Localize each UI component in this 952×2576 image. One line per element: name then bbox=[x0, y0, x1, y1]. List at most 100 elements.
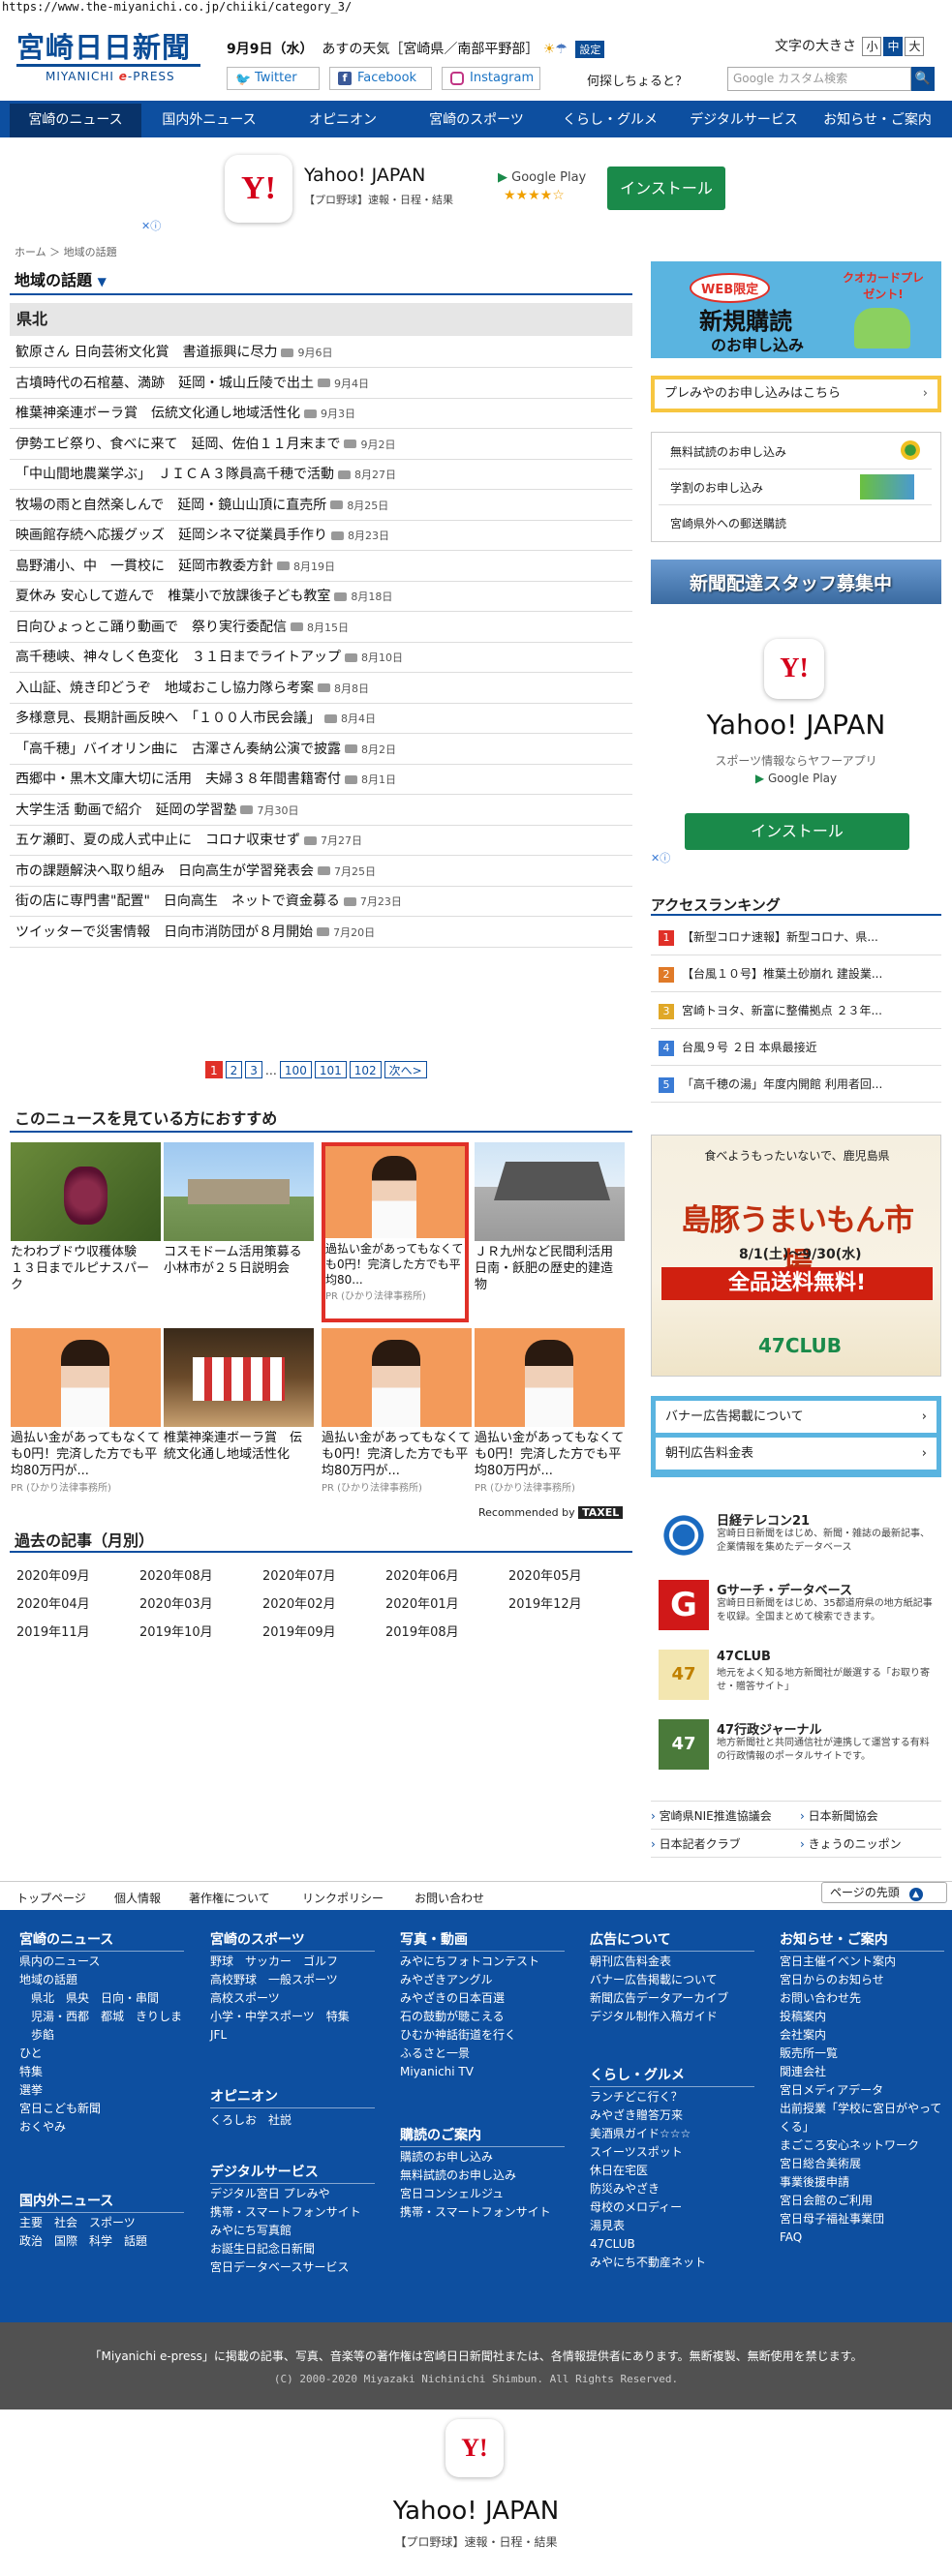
article-title[interactable]: 「中山間地農業学ぶ」 ＪＩＣＡ３隊員高千穂で活動 bbox=[15, 467, 334, 482]
ranking-item[interactable]: 3 宮崎トヨタ、新富に整備拠点 ２３年... bbox=[651, 993, 941, 1029]
article-item[interactable]: 古墳時代の石棺墓、満跡 延岡・城山丘陵で出土 9月4日 bbox=[10, 369, 632, 399]
footer-link[interactable]: 無料試読のお申し込み bbox=[400, 2167, 551, 2185]
adchoices-icon[interactable]: ✕ⓘ bbox=[651, 850, 670, 865]
service-nikkei[interactable]: 日経テレコン21 宮崎日日新聞をはじめ、新聞・雑誌の最新記事、企業情報を集めたデー… bbox=[659, 1510, 939, 1578]
taxel-logo[interactable]: TAXEL bbox=[578, 1506, 624, 1519]
article-item[interactable]: 「高千穂」バイオリン曲に 古澤さん奏納公演で披露 8月2日 bbox=[10, 735, 632, 765]
nav-national-news[interactable]: 国内外ニュース bbox=[143, 104, 275, 137]
footer-link[interactable]: みやざきアングル bbox=[400, 1971, 539, 1989]
footer-heading[interactable]: 宮崎のニュース bbox=[19, 1929, 184, 1952]
article-item[interactable]: 街の店に専門書"配置" 日向高生 ネットで資金募る 7月23日 bbox=[10, 887, 632, 917]
article-title[interactable]: 入山証、焼き印どうぞ 地域おこし協力隊ら考案 bbox=[15, 681, 314, 696]
ranking-item[interactable]: 5 「高千穂の湯」年度内開館 利用者回... bbox=[651, 1067, 941, 1103]
pager-next[interactable]: 次へ> bbox=[384, 1061, 427, 1078]
ranking-title-text[interactable]: 「高千穂の湯」年度内開館 利用者回... bbox=[682, 1077, 882, 1091]
yahoo-app-ad-right[interactable]: Y! Yahoo! JAPAN スポーツ情報ならヤフーアプリ ▶ Google … bbox=[651, 629, 941, 852]
article-title[interactable]: 伊勢エビ祭り、食べに来て 延岡、佐伯１１月末まで bbox=[15, 437, 340, 452]
pager-page[interactable]: 2 bbox=[225, 1061, 243, 1078]
footer-link[interactable]: 宮日メディアデータ bbox=[780, 2081, 944, 2100]
footer-link[interactable]: 政治 国際 科学 話題 bbox=[19, 2232, 147, 2251]
footer-link[interactable]: 出前授業「学校に宮日がやってくる」 bbox=[780, 2100, 944, 2137]
ranking-item[interactable]: 2 【台風１０号】椎葉土砂崩れ 建設業... bbox=[651, 956, 941, 992]
service-gsearch[interactable]: G Gサーチ・データベース 宮崎日日新聞をはじめ、35都道府県の地方紙記事を収録。… bbox=[659, 1580, 939, 1648]
footer-heading[interactable]: 購読のご案内 bbox=[400, 2125, 565, 2147]
footer-link[interactable]: 宮日からのお知らせ bbox=[780, 1971, 944, 1989]
pager-page[interactable]: 101 bbox=[314, 1061, 347, 1078]
footer-link[interactable]: 小学・中学スポーツ 特集 bbox=[210, 2008, 350, 2026]
month-link[interactable]: 2020年07月 bbox=[262, 1565, 336, 1584]
footer-link[interactable]: おくやみ bbox=[19, 2118, 182, 2137]
pager-page[interactable]: 1 bbox=[205, 1061, 223, 1078]
article-item[interactable]: ツイッターで災害情報 日向市消防団が８月開始 7月20日 bbox=[10, 918, 632, 948]
article-item[interactable]: 映画館存続へ応援グッズ 延岡シネマ従業員手作り 8月23日 bbox=[10, 521, 632, 551]
month-link[interactable]: 2020年05月 bbox=[508, 1565, 582, 1584]
adchoices-icon[interactable]: ✕ⓘ bbox=[141, 218, 161, 233]
footer-link[interactable]: 高校スポーツ bbox=[210, 1989, 350, 2008]
twitter-button[interactable]: 🐦 Twitter bbox=[227, 67, 320, 90]
footer-link[interactable]: くろしお 社説 bbox=[210, 2111, 292, 2130]
nav-digital[interactable]: デジタルサービス bbox=[678, 104, 810, 137]
article-item[interactable]: 島野浦小、中 一貫校に 延岡市教委方針 8月19日 bbox=[10, 552, 632, 582]
article-item[interactable]: 高千穂峡、神々しく色変化 ３１日までライトアップ 8月10日 bbox=[10, 643, 632, 673]
footer-link[interactable]: 特集 bbox=[19, 2063, 182, 2081]
install-button[interactable]: インストール bbox=[607, 167, 725, 210]
bottom-yahoo-ad[interactable]: Y! Yahoo! JAPAN 【プロ野球】速報・日程・結果 bbox=[0, 2409, 952, 2576]
footer-link[interactable]: 販売所一覧 bbox=[780, 2045, 944, 2063]
article-item[interactable]: 夏休み 安心して遊んで 椎葉小で放課後子ども教室 8月18日 bbox=[10, 582, 632, 612]
facebook-button[interactable]: f Facebook bbox=[329, 67, 432, 90]
footer-link[interactable]: お問い合わせ先 bbox=[780, 1989, 944, 2008]
article-title[interactable]: 市の課題解決へ取り組み 日向高生が学習発表会 bbox=[15, 864, 314, 879]
article-title[interactable]: 「高千穂」バイオリン曲に 古澤さん奏納公演で披露 bbox=[15, 742, 341, 757]
ranking-title-text[interactable]: 【新型コロナ速報】新型コロナ、県... bbox=[682, 930, 878, 944]
footer-link[interactable]: みやざきの日本百選 bbox=[400, 1989, 539, 2008]
footer-link[interactable]: 投稿案内 bbox=[780, 2008, 944, 2026]
footer-link[interactable]: みやにち不動産ネット bbox=[590, 2254, 706, 2272]
rec-card[interactable]: 椎葉神楽連ボーラ賞 伝統文化通し地域活性化 bbox=[164, 1328, 314, 1463]
article-item[interactable]: 椎葉神楽連ボーラ賞 伝統文化通し地域活性化 9月3日 bbox=[10, 399, 632, 429]
footer-link[interactable]: 児湯・西都 都城 きりしま bbox=[19, 2008, 182, 2026]
footer-link[interactable]: 会社案内 bbox=[780, 2026, 944, 2045]
footer-link[interactable]: 宮日総合美術展 bbox=[780, 2155, 944, 2173]
month-link[interactable]: 2019年11月 bbox=[16, 1621, 90, 1640]
footer-link[interactable]: 野球 サッカー ゴルフ bbox=[210, 1953, 350, 1971]
footer-link[interactable]: 休日在宅医 bbox=[590, 2162, 706, 2180]
footer-link[interactable]: 宮日データベースサービス bbox=[210, 2258, 361, 2277]
article-item[interactable]: 牧場の雨と自然楽しんで 延岡・鏡山山頂に直売所 8月25日 bbox=[10, 491, 632, 521]
article-item[interactable]: 大学生活 動画で紹介 延岡の学習塾 7月30日 bbox=[10, 796, 632, 826]
footer-link[interactable]: 湯見表 bbox=[590, 2217, 706, 2235]
footer-link[interactable]: ひと bbox=[19, 2045, 182, 2063]
footer-link[interactable]: 主要 社会 スポーツ bbox=[19, 2214, 147, 2232]
nav-life-gourmet[interactable]: くらし・グルメ bbox=[544, 104, 676, 137]
footer-link[interactable]: ひむか神話街道を行く bbox=[400, 2026, 539, 2045]
footer-link[interactable]: 高校野球 一般スポーツ bbox=[210, 1971, 350, 1989]
footer-link[interactable]: ふるさと一景 bbox=[400, 2045, 539, 2063]
article-title[interactable]: 椎葉神楽連ボーラ賞 伝統文化通し地域活性化 bbox=[15, 406, 300, 421]
footer-link[interactable]: ランチどこ行く？ bbox=[590, 2088, 706, 2106]
search-input[interactable]: Google カスタム検索 bbox=[727, 67, 911, 91]
breadcrumb-current[interactable]: 地域の話題 bbox=[64, 246, 117, 258]
article-item[interactable]: 多様意見、長期計画反映へ 「１００人市民会議」 8月4日 bbox=[10, 704, 632, 734]
footer-link[interactable]: バナー広告掲載について bbox=[590, 1971, 728, 1989]
rec-card[interactable]: たわわブドウ収穫体験 １３日までルピナスパーク bbox=[11, 1142, 161, 1293]
footer-heading[interactable]: デジタルサービス bbox=[210, 2162, 375, 2184]
press-club-link[interactable]: › 日本記者クラブ bbox=[651, 1835, 741, 1852]
ranking-item[interactable]: 4 台風９号 ２日 本県最接近 bbox=[651, 1030, 941, 1066]
footer-link[interactable]: 携帯・スマートフォンサイト bbox=[400, 2203, 551, 2222]
footer-link[interactable]: 宮日母子福祉事業団 bbox=[780, 2210, 944, 2228]
yahoo-app-ad[interactable]: Y! Yahoo! JAPAN 【プロ野球】速報・日程・結果 ▶ Google … bbox=[225, 155, 725, 223]
footer-link[interactable]: みやざき贈答万来 bbox=[590, 2106, 706, 2125]
month-link[interactable]: 2019年12月 bbox=[508, 1593, 582, 1612]
nav-sports[interactable]: 宮崎のスポーツ bbox=[411, 104, 542, 137]
article-title[interactable]: 多様意見、長期計画反映へ 「１００人市民会議」 bbox=[15, 711, 321, 726]
article-title[interactable]: 映画館存続へ応援グッズ 延岡シネマ従業員手作り bbox=[15, 528, 327, 543]
rec-card-pr[interactable]: 過払い金があってもなくても0円！完済した方でも平均80... PR (ひかり法律… bbox=[322, 1142, 469, 1322]
nav-opinion[interactable]: オピニオン bbox=[277, 104, 409, 137]
pager-page[interactable]: 3 bbox=[245, 1061, 262, 1078]
ranking-title-text[interactable]: 宮崎トヨタ、新富に整備拠点 ２３年... bbox=[682, 1004, 882, 1017]
month-link[interactable]: 2019年09月 bbox=[262, 1621, 336, 1640]
article-title[interactable]: 五ケ瀬町、夏の成人式中止に コロナ収束せず bbox=[15, 833, 300, 848]
footer-link[interactable]: 宮日主催イベント案内 bbox=[780, 1953, 944, 1971]
footer-heading[interactable]: お知らせ・ご案内 bbox=[780, 1929, 944, 1952]
footer-link[interactable]: 母校のメロディー bbox=[590, 2198, 706, 2217]
footer-link[interactable]: お誕生日記念日新聞 bbox=[210, 2240, 361, 2258]
